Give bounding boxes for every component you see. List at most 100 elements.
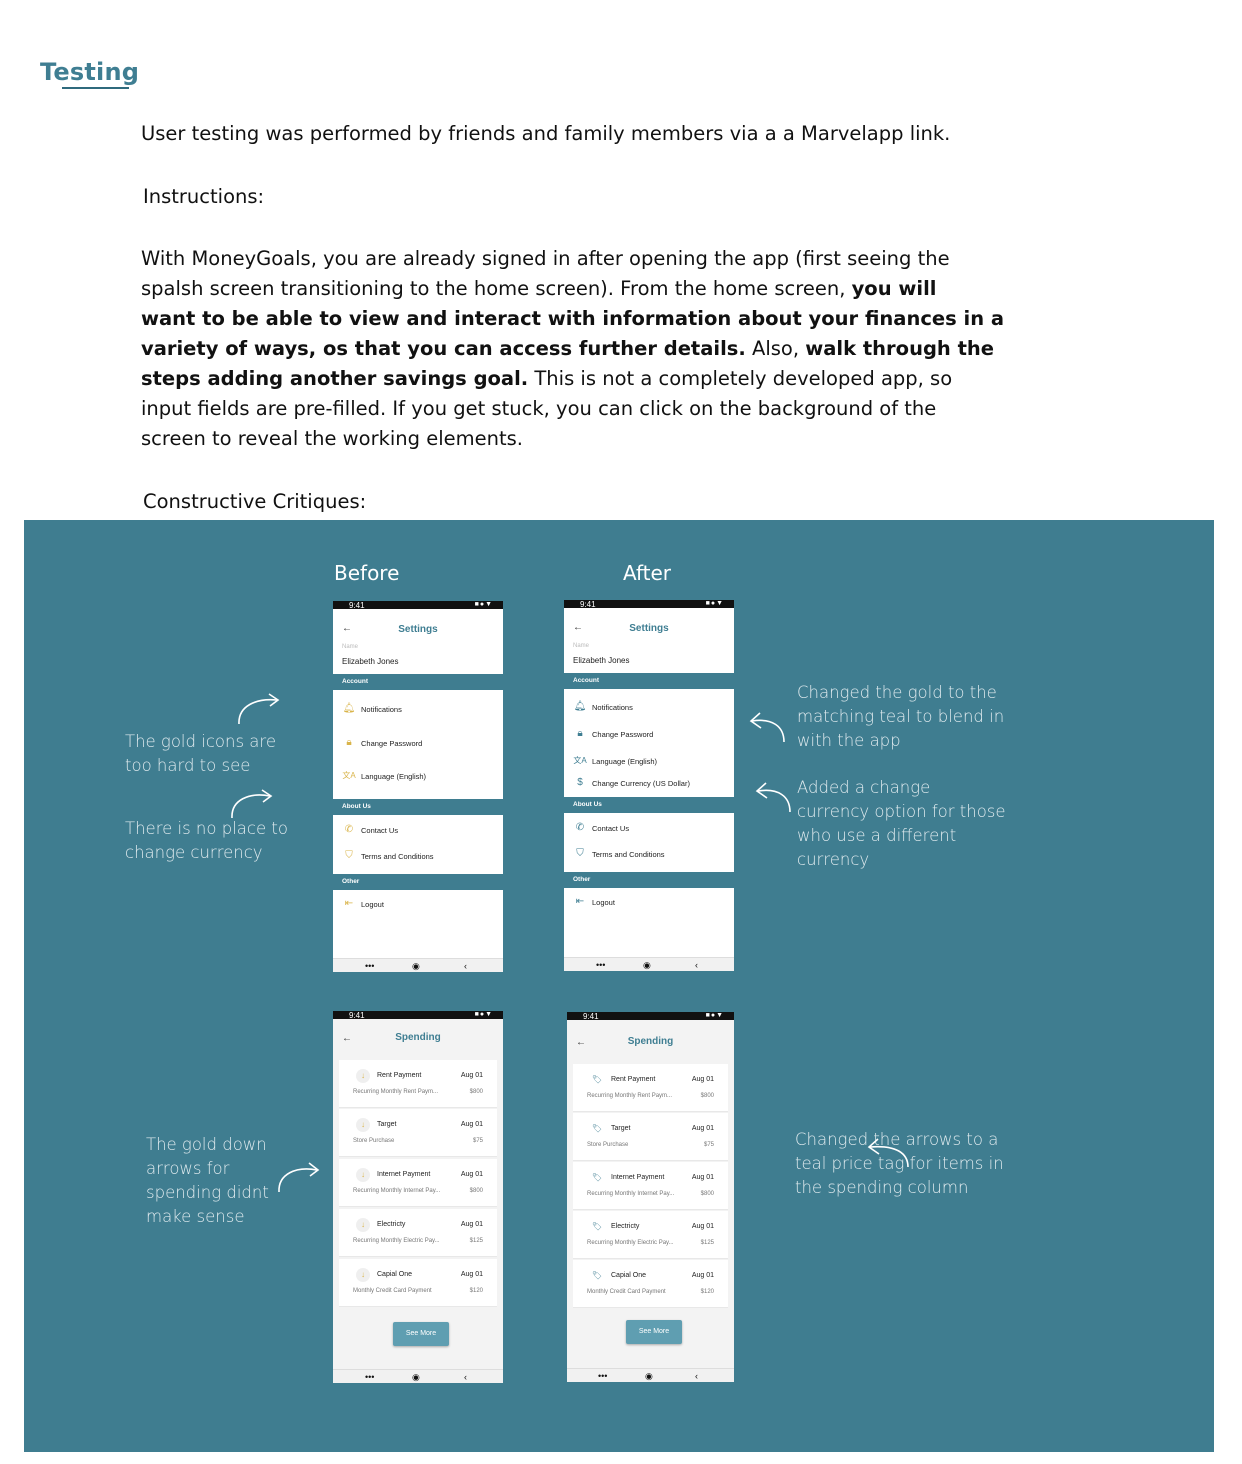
status-bar: 9:41 ■●▼ (567, 1012, 734, 1021)
after-settings-screen: 9:41 ■●▼ ← Settings Name Elizabeth Jones … (564, 600, 734, 971)
row-label: Terms and Conditions (361, 852, 434, 861)
status-time: 9:41 (583, 1012, 599, 1021)
logout-icon: ⇤ (344, 898, 354, 909)
price-tag-icon: 🏷︎ (590, 1171, 604, 1185)
terms-row[interactable]: ⛉ Terms and Conditions (564, 845, 734, 865)
after-spending-screen: 9:41 ■●▼ ← Spending 🏷︎ Rent Payment Aug 01 R… (567, 1012, 734, 1382)
item-date: Aug 01 (691, 1272, 714, 1279)
contact-us-row[interactable]: ✆ Contact Us (564, 819, 734, 839)
status-bar: 9:41 ■●▼ (333, 1011, 503, 1020)
logout-row[interactable]: ⇤ Logout (564, 893, 734, 913)
instructions-line-5: steps adding another savings goal. This … (141, 364, 952, 394)
screen-title: Spending (627, 1036, 674, 1047)
language-row[interactable]: 文A Language (English) (564, 752, 734, 772)
curved-arrow-icon (238, 693, 280, 725)
item-amount: $75 (703, 1142, 714, 1148)
section-account: Account (333, 674, 503, 690)
spending-item[interactable]: ↓ Target Aug 01 Store Purchase $75 (339, 1109, 497, 1157)
item-amount: $125 (469, 1238, 483, 1244)
screen-title: Settings (398, 624, 438, 635)
instructions-line-3: want to be able to view and interact wit… (141, 304, 1004, 334)
price-tag-icon: 🏷︎ (590, 1269, 604, 1283)
row-label: Logout (361, 900, 384, 909)
note-gold-arrows: The gold down arrows for spending didnt … (146, 1133, 269, 1229)
item-title: Rent Payment (611, 1076, 656, 1083)
bell-icon: 🔔︎ (342, 703, 356, 714)
spending-item[interactable]: 🏷︎ Target Aug 01 Store Purchase $75 (573, 1113, 728, 1161)
instructions-text: This is not a completely developed app, … (528, 367, 953, 390)
change-password-row[interactable]: 🔒︎ Change Password (564, 725, 734, 745)
instructions-line-4: variety of ways, os that you can access … (141, 334, 994, 364)
note-line: Changed the gold to the (797, 683, 997, 702)
row-label: Notifications (361, 705, 402, 714)
arrow-down-icon: ↓ (356, 1069, 370, 1083)
recent-apps-icon[interactable]: ••• (365, 959, 374, 972)
spending-item[interactable]: 🏷︎ Capial One Aug 01 Monthly Credit Card Pa… (573, 1260, 728, 1308)
row-label: Change Password (361, 739, 423, 748)
back-icon[interactable]: ‹ (464, 1370, 467, 1383)
item-date: Aug 01 (460, 1271, 483, 1278)
language-row[interactable]: 文A Language (English) (333, 767, 503, 787)
spending-item[interactable]: ↓ Rent Payment Aug 01 Recurring Monthly Ren… (339, 1060, 497, 1108)
note-line: who use a different (797, 826, 957, 845)
note-line: change currency (125, 843, 263, 862)
change-password-row[interactable]: 🔒︎ Change Password (333, 734, 503, 754)
spending-item[interactable]: 🏷︎ Internet Payment Aug 01 Recurring Monthl… (573, 1162, 728, 1210)
status-icons: ■●▼ (705, 600, 724, 607)
change-currency-row[interactable]: $ Change Currency (US Dollar) (564, 774, 734, 794)
status-bar: 9:41 ■●▼ (564, 600, 734, 609)
recent-apps-icon[interactable]: ••• (596, 958, 605, 971)
see-more-button[interactable]: See More (393, 1322, 449, 1346)
curved-arrow-icon (755, 782, 791, 813)
terms-row[interactable]: ⛉ Terms and Conditions (333, 847, 503, 867)
back-icon[interactable]: ‹ (695, 958, 698, 971)
screen-title: Settings (629, 623, 669, 634)
spending-item[interactable]: ↓ Internet Payment Aug 01 Recurring Monthly… (339, 1159, 497, 1207)
shield-icon: ⛉ (576, 848, 584, 859)
arrow-down-icon: ↓ (356, 1218, 370, 1232)
back-icon[interactable]: ‹ (695, 1369, 698, 1382)
arrow-down-icon: ↓ (356, 1118, 370, 1132)
spending-item[interactable]: ↓ Electricty Aug 01 Recurring Monthly Elect… (339, 1209, 497, 1257)
recent-apps-icon[interactable]: ••• (598, 1369, 607, 1382)
logout-row[interactable]: ⇤ Logout (333, 895, 503, 915)
status-bar: 9:41 ■●▼ (333, 601, 503, 610)
note-changed-gold: Changed the gold to the matching teal to… (797, 681, 1004, 753)
spending-item[interactable]: ↓ Capial One Aug 01 Monthly Credit Card Pay… (339, 1259, 497, 1307)
note-line: arrows for (146, 1159, 230, 1178)
item-amount: $800 (700, 1191, 714, 1197)
section-about-us: About Us (564, 797, 734, 813)
item-date: Aug 01 (691, 1125, 714, 1132)
item-description: Monthly Credit Card Payment (587, 1289, 666, 1295)
before-spending-screen: 9:41 ■●▼ ← Spending ↓ Rent Payment Aug 01 Re… (333, 1011, 503, 1383)
instructions-text: Also, (745, 337, 806, 360)
android-nav-bar: ••• ◉ ‹ (333, 1369, 503, 1383)
back-icon[interactable]: ‹ (464, 959, 467, 972)
status-icons: ■●▼ (705, 1012, 724, 1019)
spending-item[interactable]: 🏷︎ Rent Payment Aug 01 Recurring Monthly Re… (573, 1064, 728, 1112)
note-no-currency: There is no place to change currency (125, 817, 288, 865)
name-label: Name (342, 644, 359, 650)
see-more-button[interactable]: See More (626, 1320, 682, 1344)
item-amount: $75 (472, 1138, 483, 1144)
contact-us-row[interactable]: ✆ Contact Us (333, 821, 503, 841)
dollar-icon: $ (577, 777, 583, 788)
instructions-heading: Instructions: (143, 185, 265, 208)
note-line: too hard to see (125, 756, 251, 775)
instructions-bold: steps adding another savings goal. (141, 367, 529, 390)
instructions-bold: walk through the (805, 337, 995, 360)
home-icon[interactable]: ◉ (643, 958, 651, 971)
recent-apps-icon[interactable]: ••• (365, 1370, 374, 1383)
item-title: Electricty (377, 1221, 406, 1228)
spending-item[interactable]: 🏷︎ Electricty Aug 01 Recurring Monthly Elec… (573, 1211, 728, 1259)
arrow-down-icon: ↓ (356, 1168, 370, 1182)
section-other: Other (564, 872, 734, 888)
notifications-row[interactable]: 🔔︎ Notifications (564, 698, 734, 718)
item-title: Rent Payment (377, 1072, 422, 1079)
item-description: Recurring Monthly Internet Pay... (587, 1191, 675, 1197)
home-icon[interactable]: ◉ (645, 1369, 653, 1382)
notifications-row[interactable]: 🔔︎ Notifications (333, 700, 503, 720)
status-icons: ■●▼ (474, 1011, 493, 1018)
home-icon[interactable]: ◉ (412, 959, 420, 972)
home-icon[interactable]: ◉ (412, 1370, 420, 1383)
